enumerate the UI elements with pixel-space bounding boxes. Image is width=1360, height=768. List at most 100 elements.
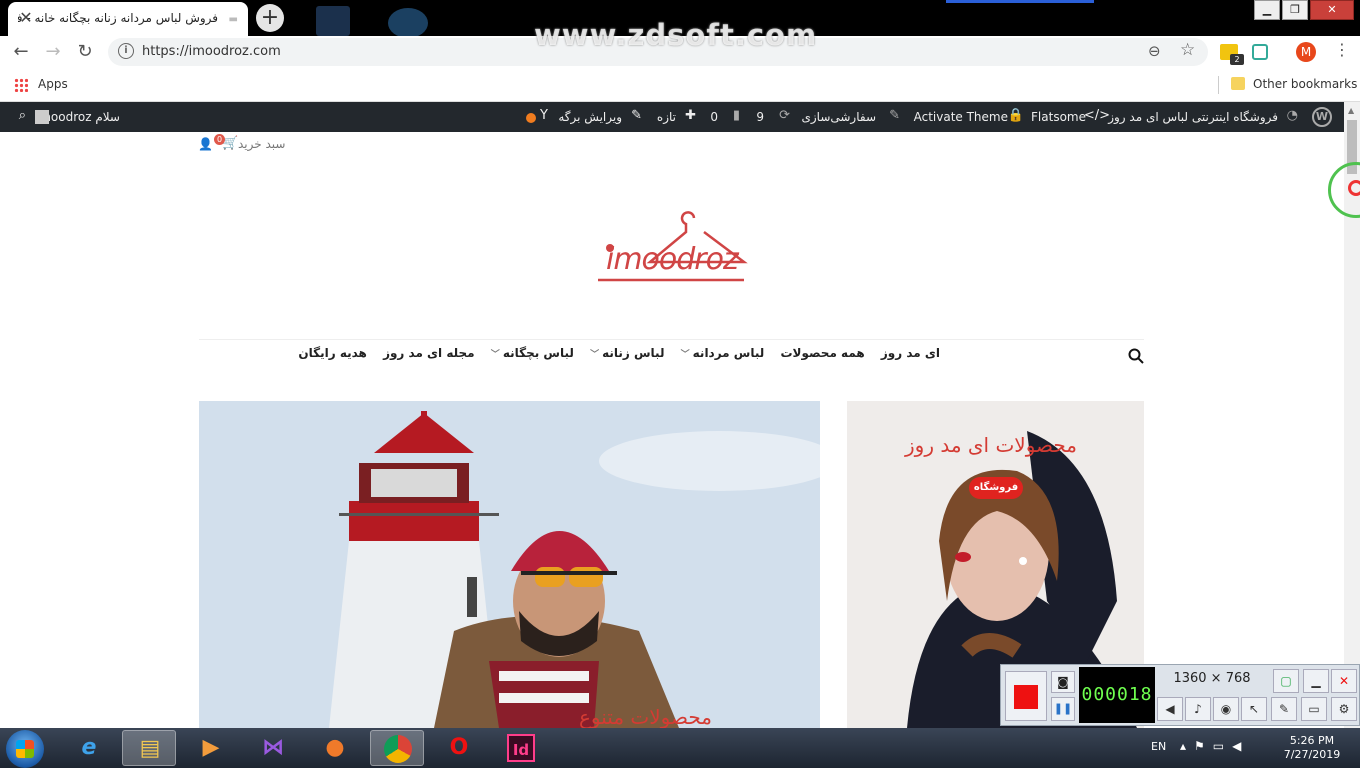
comments-icon: ▮	[732, 108, 740, 123]
wp-updates-count[interactable]: 9	[756, 110, 764, 124]
cursor-icon[interactable]: ↖	[1241, 697, 1267, 721]
nav-item-free-gift[interactable]: هدیه رایگان	[298, 346, 366, 360]
stop-icon	[1014, 685, 1038, 709]
code-icon: </>	[1083, 108, 1110, 123]
taskbar-opera[interactable]: O	[432, 730, 486, 766]
nav-label: ای مد روز	[880, 346, 940, 360]
wp-new-item[interactable]: تازه	[657, 110, 676, 124]
recording-dimensions: 1360 × 768	[1173, 671, 1251, 686]
cart-label[interactable]: سبد خرید	[238, 137, 285, 151]
nav-item-magazine[interactable]: مجله ای مد روز	[383, 346, 475, 360]
seo-status-dot	[526, 113, 536, 123]
tab-close-icon[interactable]: ✕	[16, 8, 36, 28]
main-navigation: ای مد روز همه محصولات لباس مردانه﹀ لباس …	[298, 346, 940, 368]
start-button[interactable]	[6, 730, 44, 768]
taskbar-visual-studio[interactable]: ⋈	[246, 730, 300, 766]
new-tab-button[interactable]: +	[256, 4, 284, 32]
wp-comments-count[interactable]: 0	[710, 110, 718, 124]
profile-avatar[interactable]: M	[1296, 42, 1316, 62]
recording-timer: 000018	[1079, 667, 1155, 723]
browser-tab-active[interactable]: ▬ فروش لباس مردانه زنانه بچگانه خانه - ف…	[8, 2, 248, 36]
system-tray-icons[interactable]: ▴⚑▭◀	[1180, 739, 1249, 753]
taskbar-file-explorer[interactable]: ▤	[122, 730, 176, 766]
taskbar-indesign[interactable]: Id	[494, 730, 548, 766]
settings-gear-icon[interactable]: ⚙	[1331, 697, 1357, 721]
taskbar-internet-explorer[interactable]: e	[62, 730, 116, 766]
extension-chart-icon[interactable]	[1252, 44, 1268, 60]
plus-icon: ✚	[685, 108, 696, 123]
visual-studio-icon: ⋈	[262, 735, 284, 760]
back-button[interactable]: ←	[8, 40, 34, 66]
logo-text: imoodroz	[606, 242, 739, 277]
zoom-icon[interactable]: ⊖	[1148, 42, 1161, 60]
loading-icon: ▬	[228, 14, 238, 25]
nav-item-home[interactable]: ای مد روز	[881, 346, 940, 360]
chrome-icon	[384, 735, 412, 763]
search-icon[interactable]: ⌕	[19, 108, 26, 123]
account-icon[interactable]: 👤	[198, 137, 213, 151]
wp-edit-page[interactable]: ویرایش برگه	[558, 110, 622, 124]
pause-button[interactable]: ❚❚	[1051, 697, 1075, 721]
pen-icon[interactable]: ✎	[1271, 697, 1297, 721]
apps-grid-icon[interactable]	[14, 78, 28, 92]
bookmark-star-icon[interactable]: ☆	[1180, 40, 1195, 60]
updates-icon: ⟳	[779, 108, 790, 123]
minimize-button[interactable]: ▁	[1254, 0, 1280, 20]
folder-icon[interactable]: ▭	[1301, 697, 1327, 721]
language-indicator[interactable]: EN	[1151, 740, 1166, 753]
close-recorder-button[interactable]: ✕	[1331, 669, 1357, 693]
forward-button[interactable]: →	[40, 40, 66, 66]
region-button[interactable]: ▢	[1273, 669, 1299, 693]
taskbar-media-player[interactable]: ▶	[184, 730, 238, 766]
speaker-icon[interactable]: ◀	[1157, 697, 1183, 721]
scroll-up-icon[interactable]: ▲	[1348, 106, 1354, 115]
user-avatar[interactable]	[35, 110, 49, 124]
wp-theme-flatsome[interactable]: Flatsome	[1031, 110, 1086, 124]
apps-bookmark[interactable]: Apps	[38, 77, 68, 91]
wp-activate-theme[interactable]: Activate Theme	[914, 110, 1008, 124]
chevron-down-icon: ﹀	[680, 350, 690, 360]
shop-button[interactable]: فروشگاه	[969, 477, 1023, 499]
wp-site-name[interactable]: فروشگاه اینترنتی لباس ای مد روز	[1108, 110, 1278, 124]
yoast-icon[interactable]: Y	[540, 108, 548, 123]
screen-recorder-panel: ◙ ❚❚ 000018 1360 × 768 ▢ ▁ ✕ ◀ ♪ ◉ ↖ ✎ ▭…	[1000, 664, 1360, 726]
nav-item-women[interactable]: لباس زنانه﹀	[590, 346, 664, 360]
url-text[interactable]: https://imoodroz.com	[142, 44, 281, 59]
nav-label: هدیه رایگان	[298, 346, 367, 360]
folder-icon	[1231, 77, 1245, 90]
microphone-icon[interactable]: ♪	[1185, 697, 1211, 721]
clock-date: 7/27/2019	[1283, 748, 1341, 761]
nav-search-icon[interactable]	[1128, 348, 1144, 364]
reload-button[interactable]: ↻	[72, 40, 98, 66]
nav-item-kids[interactable]: لباس بچگانه﹀	[491, 346, 574, 360]
firefox-icon: ●	[325, 735, 345, 760]
taskbar-firefox[interactable]: ●	[308, 730, 362, 766]
nav-item-men[interactable]: لباس مردانه﹀	[681, 346, 765, 360]
brush-icon: ✎	[889, 108, 900, 123]
site-info-icon[interactable]: i	[118, 43, 134, 59]
wp-customize[interactable]: سفارشی‌سازی	[801, 110, 876, 124]
record-stop-button[interactable]	[1005, 671, 1047, 721]
nav-label: همه محصولات	[780, 346, 865, 360]
tab-title: فروش لباس مردانه زنانه بچگانه خانه - فرو…	[18, 11, 218, 25]
nav-item-all-products[interactable]: همه محصولات	[780, 346, 864, 360]
window-close-button[interactable]: ✕	[1310, 0, 1354, 20]
taskbar-chrome[interactable]	[370, 730, 424, 766]
banner-men-products[interactable]: محصولات متنوع	[199, 401, 820, 728]
taskbar-clock[interactable]: 5:26 PM 7/27/2019	[1280, 734, 1344, 762]
browser-menu-icon[interactable]: ⋮	[1334, 40, 1350, 59]
minimize-recorder-button[interactable]: ▁	[1303, 669, 1329, 693]
camera-icon[interactable]: ◙	[1051, 671, 1075, 693]
nav-label: مجله ای مد روز	[383, 346, 475, 360]
wp-admin-bar: W ◔ فروشگاه اینترنتی لباس ای مد روز </> …	[0, 102, 1344, 132]
nav-label: لباس بچگانه	[502, 346, 574, 360]
banner-left-caption: محصولات متنوع	[579, 705, 712, 728]
maximize-button[interactable]: ❐	[1282, 0, 1308, 20]
site-logo[interactable]: imoodroz	[594, 204, 754, 286]
other-bookmarks[interactable]: Other bookmarks	[1253, 77, 1357, 91]
wordpress-logo-icon[interactable]: W	[1312, 107, 1332, 127]
webcam-icon[interactable]: ◉	[1213, 697, 1239, 721]
cursor-click-icon	[1348, 180, 1360, 196]
windows-logo-icon	[16, 740, 34, 758]
nav-label: لباس مردانه	[692, 346, 765, 360]
